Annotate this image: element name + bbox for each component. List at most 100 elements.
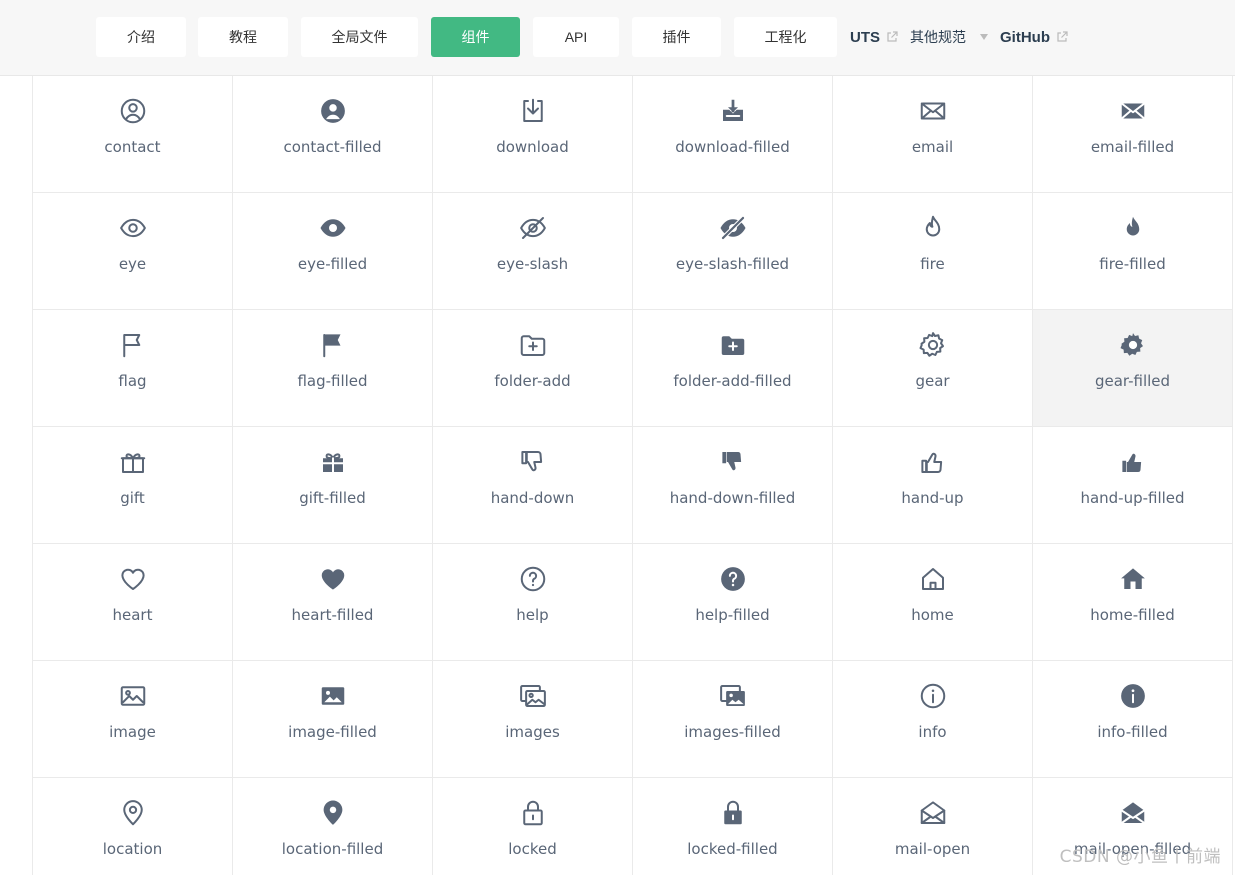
icon-cell-fire[interactable]: fire	[833, 193, 1033, 310]
icon-label: folder-add-filled	[673, 372, 792, 390]
icon-cell-images[interactable]: images	[433, 661, 633, 778]
icon-cell-contact-filled[interactable]: contact-filled	[233, 76, 433, 193]
icon-label: fire-filled	[1099, 255, 1166, 273]
icon-label: contact-filled	[283, 138, 382, 156]
fire-filled-icon	[1126, 216, 1139, 236]
icon-label: eye-slash	[496, 255, 569, 273]
folder-add-icon	[520, 335, 545, 356]
heart-filled-icon	[321, 569, 344, 590]
icon-label: eye-slash-filled	[675, 255, 790, 273]
icon-cell-home-filled[interactable]: home-filled	[1033, 544, 1233, 661]
gift-icon	[120, 453, 145, 473]
icon-cell-image[interactable]: image	[33, 661, 233, 778]
gear-filled-icon	[1120, 333, 1143, 356]
icon-cell-gift[interactable]: gift	[33, 427, 233, 544]
nav-tutorial[interactable]: 教程	[198, 17, 288, 57]
nav-github-label: GitHub	[1000, 28, 1050, 46]
icon-label: locked	[508, 840, 557, 858]
caret-down-icon	[980, 34, 988, 40]
icon-cell-flag[interactable]: flag	[33, 310, 233, 427]
nav-uts-label: UTS	[850, 28, 880, 46]
icon-cell-contact[interactable]: contact	[33, 76, 233, 193]
icon-cell-hand-down[interactable]: hand-down	[433, 427, 633, 544]
eye-icon	[119, 218, 146, 238]
icon-label: gift	[120, 489, 145, 507]
icon-cell-eye[interactable]: eye	[33, 193, 233, 310]
folder-add-filled-icon	[721, 336, 744, 355]
icon-cell-hand-down-filled[interactable]: hand-down-filled	[633, 427, 833, 544]
icon-label: image-filled	[288, 723, 377, 741]
mail-open-icon	[920, 801, 945, 824]
icon-cell-mail-open[interactable]: mail-open	[833, 778, 1033, 875]
icon-label: location	[102, 840, 163, 858]
icon-cell-gift-filled[interactable]: gift-filled	[233, 427, 433, 544]
icon-cell-hand-up-filled[interactable]: hand-up-filled	[1033, 427, 1233, 544]
icon-cell-image-filled[interactable]: image-filled	[233, 661, 433, 778]
icon-cell-email[interactable]: email	[833, 76, 1033, 193]
icon-cell-images-filled[interactable]: images-filled	[633, 661, 833, 778]
icon-cell-locked[interactable]: locked	[433, 778, 633, 875]
icon-label: fire	[920, 255, 945, 273]
nav-engineering[interactable]: 工程化	[734, 17, 837, 57]
help-icon	[520, 566, 545, 592]
icon-cell-location[interactable]: location	[33, 778, 233, 875]
icon-label: hand-up	[901, 489, 964, 507]
hand-up-filled-icon	[1121, 453, 1141, 473]
icon-cell-location-filled[interactable]: location-filled	[233, 778, 433, 875]
icon-cell-heart-filled[interactable]: heart-filled	[233, 544, 433, 661]
icon-label: help	[516, 606, 549, 624]
icon-cell-email-filled[interactable]: email-filled	[1033, 76, 1233, 193]
nav-other-dropdown[interactable]: 其他规范	[910, 17, 988, 57]
icon-cell-folder-add-filled[interactable]: folder-add-filled	[633, 310, 833, 427]
eye-filled-icon	[320, 219, 345, 237]
icon-cell-gear[interactable]: gear	[833, 310, 1033, 427]
icon-label: home-filled	[1090, 606, 1175, 624]
icon-cell-eye-slash-filled[interactable]: eye-slash-filled	[633, 193, 833, 310]
icon-label: images	[505, 723, 560, 741]
hand-down-icon	[520, 450, 542, 472]
icon-label: email-filled	[1090, 138, 1175, 156]
icon-label: email	[911, 138, 954, 156]
nav-api[interactable]: API	[533, 17, 619, 57]
icon-cell-locked-filled[interactable]: locked-filled	[633, 778, 833, 875]
nav-github-link[interactable]: GitHub	[1000, 17, 1068, 57]
icon-cell-eye-filled[interactable]: eye-filled	[233, 193, 433, 310]
heart-icon	[120, 568, 145, 590]
nav-global-files[interactable]: 全局文件	[301, 17, 418, 57]
icon-cell-heart[interactable]: heart	[33, 544, 233, 661]
icon-cell-eye-slash[interactable]: eye-slash	[433, 193, 633, 310]
icon-cell-help[interactable]: help	[433, 544, 633, 661]
nav-intro[interactable]: 介绍	[96, 17, 186, 57]
external-link-icon	[887, 31, 898, 42]
icon-label: download-filled	[675, 138, 790, 156]
icon-label: gear-filled	[1094, 372, 1171, 390]
eye-slash-filled-icon	[720, 216, 745, 240]
icon-cell-info-filled[interactable]: info-filled	[1033, 661, 1233, 778]
info-icon	[920, 683, 945, 709]
icon-grid: contact contact-filled download download-fi…	[32, 76, 1233, 875]
icon-label: flag-filled	[297, 372, 368, 390]
icon-label: contact	[104, 138, 161, 156]
icon-cell-gear-filled[interactable]: gear-filled	[1033, 310, 1233, 427]
icon-cell-hand-up[interactable]: hand-up	[833, 427, 1033, 544]
icon-cell-download[interactable]: download	[433, 76, 633, 193]
images-icon	[519, 685, 546, 707]
nav-plugins[interactable]: 插件	[632, 17, 721, 57]
icon-label: home	[911, 606, 954, 624]
hand-up-icon	[920, 452, 942, 474]
icon-cell-info[interactable]: info	[833, 661, 1033, 778]
icon-label: image	[109, 723, 156, 741]
icon-label: mail-open	[894, 840, 971, 858]
icon-cell-flag-filled[interactable]: flag-filled	[233, 310, 433, 427]
locked-filled-icon	[723, 800, 742, 825]
image-filled-icon	[321, 687, 344, 705]
home-icon	[921, 568, 944, 590]
images-filled-icon	[719, 685, 745, 706]
icon-cell-fire-filled[interactable]: fire-filled	[1033, 193, 1233, 310]
icon-cell-home[interactable]: home	[833, 544, 1033, 661]
icon-cell-help-filled[interactable]: help-filled	[633, 544, 833, 661]
icon-cell-download-filled[interactable]: download-filled	[633, 76, 833, 193]
nav-components[interactable]: 组件	[431, 17, 520, 57]
nav-uts-link[interactable]: UTS	[850, 17, 898, 57]
icon-cell-folder-add[interactable]: folder-add	[433, 310, 633, 427]
